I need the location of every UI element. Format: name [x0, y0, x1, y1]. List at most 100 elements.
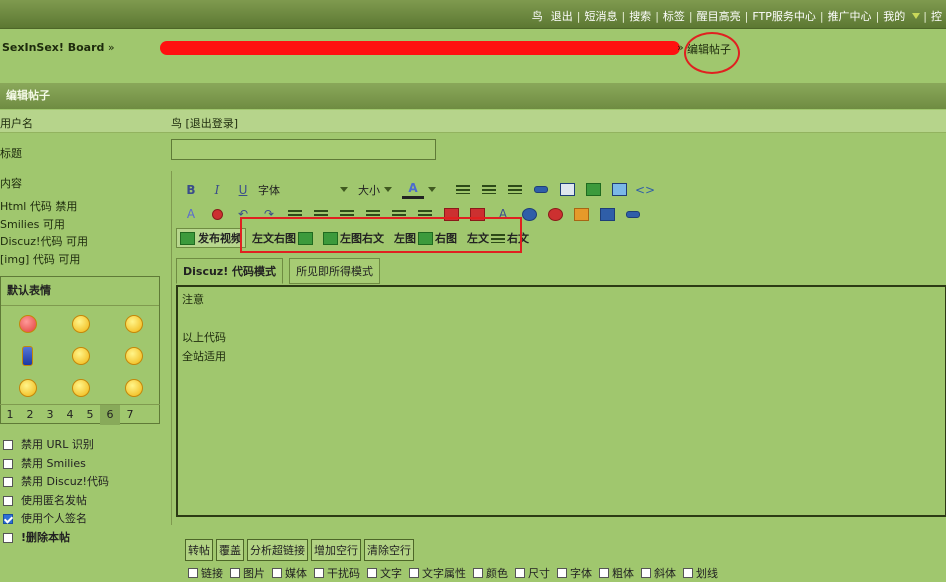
checkbox[interactable] [473, 568, 483, 578]
code-icon[interactable]: <> [634, 182, 656, 198]
email-icon[interactable] [556, 182, 578, 198]
content-label: 内容 [0, 177, 22, 190]
nav-my[interactable]: 我的 [879, 8, 909, 24]
happy-face-icon[interactable] [54, 372, 107, 404]
nav-highlight[interactable]: 醒目高亮 [693, 8, 745, 24]
option-anonymous[interactable]: 使用匿名发帖 [3, 492, 109, 511]
checkbox[interactable] [367, 568, 377, 578]
checkbox[interactable] [272, 568, 282, 578]
smilies-panel: 默认表情 [0, 276, 160, 424]
checkbox[interactable] [3, 495, 13, 506]
grin-icon[interactable] [1, 372, 54, 404]
quote-icon[interactable] [608, 182, 630, 198]
blue-figure-icon[interactable] [1, 340, 54, 372]
top-nav-links: 鸟 退出 | 短消息 | 搜索 | 标签 | 醒目高亮 | FTP服务中心 | … [528, 8, 946, 24]
chevron-down-icon[interactable] [384, 187, 392, 192]
underline-icon[interactable]: U [232, 182, 254, 198]
nav-control[interactable]: 控 [927, 8, 946, 24]
smilies-page[interactable]: 1 [0, 405, 20, 425]
option-delete-post[interactable]: !删除本帖 [3, 529, 109, 548]
filter-italic: 斜体 [654, 567, 676, 580]
checkbox[interactable] [641, 568, 651, 578]
checkbox[interactable] [3, 458, 13, 469]
italic-icon[interactable]: I [206, 182, 228, 198]
annotation-box [240, 217, 522, 253]
checkbox[interactable] [409, 568, 419, 578]
smilies-page[interactable]: 2 [20, 405, 40, 425]
nav-promo[interactable]: 推广中心 [824, 8, 876, 24]
align-left-icon[interactable] [452, 182, 474, 198]
nav-messages[interactable]: 短消息 [580, 8, 621, 24]
size-select[interactable]: 大小 [358, 182, 380, 198]
shy-face-icon[interactable] [107, 308, 160, 340]
tab-wysiwyg[interactable]: 所见即所得模式 [289, 258, 381, 284]
option-label: 禁用 Smilies [21, 456, 86, 470]
unlink-icon[interactable] [206, 206, 228, 222]
checkbox[interactable] [3, 440, 13, 451]
username-value[interactable]: 鸟 [退出登录] [171, 115, 238, 131]
smilies-page-active[interactable]: 6 [100, 405, 120, 425]
nav-tags[interactable]: 标签 [659, 8, 689, 24]
clear-blank-lines-button[interactable]: 清除空行 [364, 539, 414, 561]
hide-link-icon[interactable] [622, 206, 644, 222]
align-right-icon[interactable] [504, 182, 526, 198]
img-code-status: [img] 代码 可用 [0, 252, 81, 266]
remove-format-icon[interactable]: A [180, 206, 202, 222]
chevron-down-icon[interactable] [428, 187, 436, 192]
chevron-down-icon[interactable] [912, 13, 921, 19]
nav-logout[interactable]: 退出 [547, 8, 577, 24]
checkbox[interactable] [515, 568, 525, 578]
align-center-icon[interactable] [478, 182, 500, 198]
nav-search[interactable]: 搜索 [625, 8, 655, 24]
cry-face-icon[interactable] [107, 372, 160, 404]
parse-links-button[interactable]: 分析超链接 [247, 539, 308, 561]
breadcrumb-site[interactable]: SexInSex! Board [2, 41, 104, 54]
smile-icon[interactable] [54, 308, 107, 340]
message-textarea[interactable]: 注意 以上代码 全站适用 [176, 285, 946, 517]
angry-face-icon[interactable] [1, 308, 54, 340]
bottom-buttons: 转帖 覆盖 分析超链接 增加空行 清除空行 [185, 539, 417, 561]
nav-username[interactable]: 鸟 [528, 8, 547, 24]
tongue-face-icon[interactable] [54, 340, 107, 372]
smilies-page[interactable]: 3 [40, 405, 60, 425]
checkbox-checked[interactable] [3, 514, 13, 525]
qq-icon[interactable] [544, 206, 566, 222]
checkbox[interactable] [230, 568, 240, 578]
add-blank-lines-button[interactable]: 增加空行 [311, 539, 361, 561]
nav-ftp[interactable]: FTP服务中心 [748, 8, 820, 24]
option-signature[interactable]: 使用个人签名 [3, 510, 109, 529]
video-icon[interactable] [596, 206, 618, 222]
link-icon[interactable] [530, 182, 552, 198]
checkbox[interactable] [599, 568, 609, 578]
laugh-face-icon[interactable] [107, 340, 160, 372]
font-select[interactable]: 字体 [258, 182, 280, 198]
filter-font: 字体 [570, 567, 592, 580]
filter-text-attr: 文字属性 [422, 567, 466, 580]
checkbox[interactable] [314, 568, 324, 578]
publish-video-button[interactable]: 发布视频 [176, 228, 246, 248]
redaction-mark [160, 41, 680, 55]
filter-bold: 粗体 [612, 567, 634, 580]
checkbox[interactable] [3, 477, 13, 488]
checkbox[interactable] [557, 568, 567, 578]
title-input[interactable] [171, 139, 436, 160]
smilies-page[interactable]: 4 [60, 405, 80, 425]
filter-media: 媒体 [285, 567, 307, 580]
checkbox[interactable] [188, 568, 198, 578]
option-disable-smilies[interactable]: 禁用 Smilies [3, 455, 109, 474]
tab-discuz-code[interactable]: Discuz! 代码模式 [176, 258, 284, 284]
image-icon[interactable] [582, 182, 604, 198]
tools-icon[interactable] [570, 206, 592, 222]
checkbox[interactable] [683, 568, 693, 578]
smilies-page[interactable]: 5 [80, 405, 100, 425]
checkbox[interactable] [3, 532, 13, 543]
publish-video-label: 发布视频 [198, 232, 242, 245]
option-disable-url[interactable]: 禁用 URL 识别 [3, 436, 109, 455]
bold-icon[interactable]: B [180, 182, 202, 198]
smilies-page[interactable]: 7 [120, 405, 140, 425]
overwrite-button[interactable]: 覆盖 [216, 539, 244, 561]
option-disable-discuz[interactable]: 禁用 Discuz!代码 [3, 473, 109, 492]
chevron-down-icon[interactable] [340, 187, 348, 192]
text-color-icon[interactable]: A [402, 180, 424, 199]
repost-button[interactable]: 转帖 [185, 539, 213, 561]
